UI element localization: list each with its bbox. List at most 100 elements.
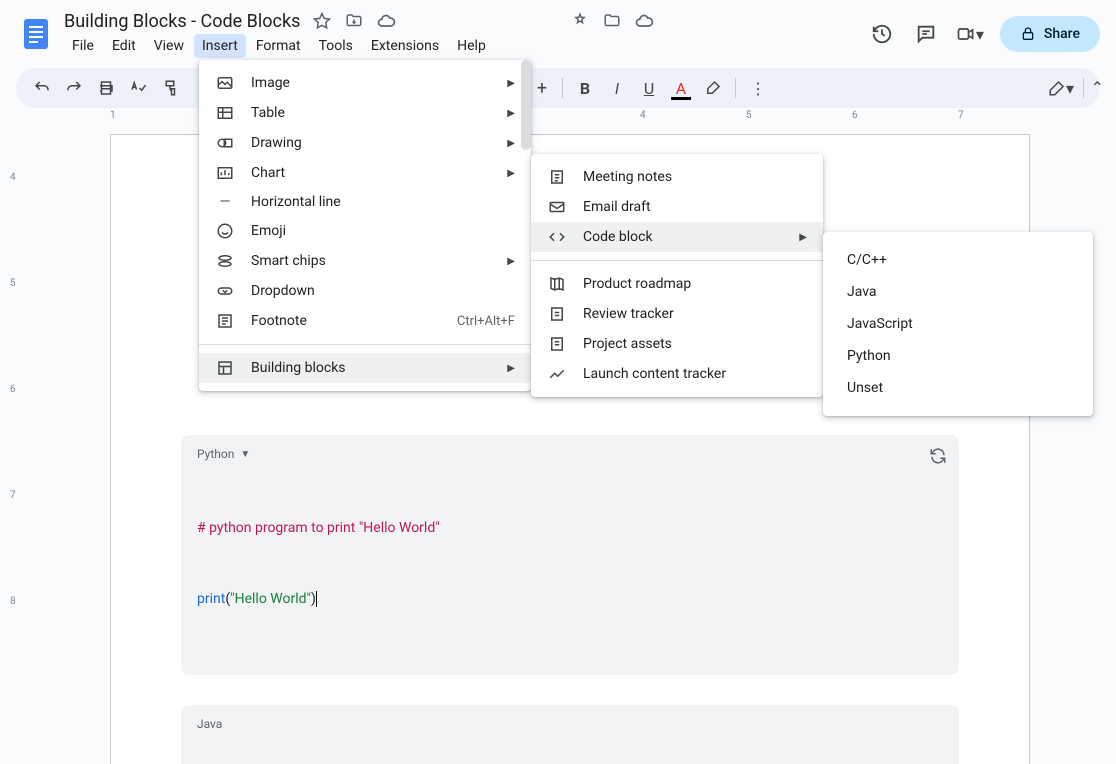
insert-emoji[interactable]: Emoji — [199, 216, 531, 246]
scrollbar[interactable] — [521, 60, 531, 150]
lang-javascript[interactable]: JavaScript — [823, 308, 1093, 340]
horizontal-ruler: 1 4 5 6 7 — [30, 108, 1100, 126]
format-paint-icon[interactable] — [156, 74, 184, 102]
lang-unset[interactable]: Unset — [823, 372, 1093, 404]
bb-review-tracker[interactable]: Review tracker — [531, 299, 823, 329]
code-token: print — [197, 591, 225, 607]
share-label: Share — [1044, 26, 1080, 42]
meet-icon[interactable]: ▾ — [956, 20, 984, 48]
code-block-lang-label[interactable]: Java — [197, 717, 222, 731]
menu-label: Python — [847, 348, 1069, 364]
move-folder-icon[interactable] — [344, 11, 364, 31]
move2-icon[interactable] — [602, 11, 622, 31]
menu-label: Chart — [251, 165, 491, 181]
more-icon[interactable]: ⋮ — [744, 74, 772, 102]
emoji-icon — [215, 222, 235, 240]
menu-shortcut: Ctrl+Alt+F — [457, 314, 515, 329]
submenu-arrow-icon: ▶ — [507, 108, 515, 119]
text-color-icon[interactable]: A — [667, 74, 695, 102]
menubar: File Edit View Insert Format Tools Exten… — [64, 34, 868, 58]
vruler-tick: 4 — [10, 172, 16, 183]
docs-logo[interactable] — [16, 14, 56, 54]
chips-icon — [215, 252, 235, 270]
menu-label: JavaScript — [847, 316, 1069, 332]
toolbar: − 11 + B I U A ⋮ ▾ — [16, 68, 1100, 108]
text-cursor — [316, 591, 317, 607]
menu-tools[interactable]: Tools — [311, 34, 361, 58]
insert-dropdown[interactable]: Dropdown — [199, 276, 531, 306]
redo-icon[interactable] — [60, 74, 88, 102]
code-icon — [547, 228, 567, 246]
bb-project-assets[interactable]: Project assets — [531, 329, 823, 359]
vruler-tick: 5 — [10, 278, 16, 289]
insert-chart[interactable]: Chart▶ — [199, 158, 531, 188]
menu-file[interactable]: File — [64, 34, 102, 58]
italic-icon[interactable]: I — [603, 74, 631, 102]
insert-building-blocks[interactable]: Building blocks▶ — [199, 353, 531, 383]
menu-label: Project assets — [583, 336, 807, 352]
cloud2-icon[interactable] — [634, 11, 654, 31]
menu-format[interactable]: Format — [248, 34, 309, 58]
underline-icon[interactable]: U — [635, 74, 663, 102]
email-icon — [547, 198, 567, 216]
menu-help[interactable]: Help — [449, 34, 494, 58]
menu-label: Emoji — [251, 223, 515, 239]
insert-footnote[interactable]: Footnote Ctrl+Alt+F — [199, 306, 531, 336]
insert-smart-chips[interactable]: Smart chips▶ — [199, 246, 531, 276]
code-block-java[interactable]: Java // Your First Program class HelloWo… — [181, 705, 959, 764]
bb-launch-tracker[interactable]: Launch content tracker — [531, 359, 823, 389]
insert-image[interactable]: Image▶ — [199, 68, 531, 98]
menu-edit[interactable]: Edit — [104, 34, 144, 58]
insert-hr[interactable]: ―Horizontal line — [199, 188, 531, 216]
insert-table[interactable]: Table▶ — [199, 98, 531, 128]
menu-view[interactable]: View — [146, 34, 192, 58]
print-icon[interactable] — [92, 74, 120, 102]
ruler-tick: 4 — [640, 110, 646, 121]
undo-icon[interactable] — [28, 74, 56, 102]
menu-label: Smart chips — [251, 253, 491, 269]
hr-icon: ― — [215, 194, 235, 210]
cloud-status-icon[interactable] — [376, 11, 396, 31]
bb-meeting-notes[interactable]: Meeting notes — [531, 162, 823, 192]
star-icon[interactable] — [312, 11, 332, 31]
code-block-lang-submenu: C/C++ Java JavaScript Python Unset — [823, 232, 1093, 416]
menu-label: Footnote — [251, 313, 441, 329]
insert-drawing[interactable]: Drawing▶ — [199, 128, 531, 158]
collapse-toolbar-icon[interactable]: ⌃ — [1091, 78, 1104, 97]
menu-insert[interactable]: Insert — [194, 34, 246, 58]
blocks-icon — [215, 359, 235, 377]
code-block-lang-label[interactable]: Python — [197, 447, 234, 461]
font-size-increase[interactable]: + — [530, 76, 554, 100]
vertical-ruler: 4 5 6 7 8 — [0, 130, 30, 764]
spellcheck-icon[interactable] — [124, 74, 152, 102]
star2-icon[interactable] — [570, 11, 590, 31]
lang-c-cpp[interactable]: C/C++ — [823, 244, 1093, 276]
menu-label: Java — [847, 284, 1069, 300]
bb-email-draft[interactable]: Email draft — [531, 192, 823, 222]
menu-label: Meeting notes — [583, 169, 807, 185]
share-button[interactable]: Share — [1000, 16, 1100, 52]
chevron-down-icon[interactable]: ▼ — [240, 449, 250, 460]
document-title[interactable]: Building Blocks - Code Blocks — [64, 11, 300, 32]
bb-product-roadmap[interactable]: Product roadmap — [531, 269, 823, 299]
comments-icon[interactable] — [912, 20, 940, 48]
editing-mode-icon[interactable]: ▾ — [1047, 74, 1075, 102]
bb-code-block[interactable]: Code block ▶ — [531, 222, 823, 252]
refresh-icon[interactable] — [929, 447, 947, 469]
history-icon[interactable] — [868, 20, 896, 48]
highlight-icon[interactable] — [699, 74, 727, 102]
ruler-tick: 5 — [746, 110, 752, 121]
lang-java[interactable]: Java — [823, 276, 1093, 308]
bold-icon[interactable]: B — [571, 74, 599, 102]
menu-label: Review tracker — [583, 306, 807, 322]
submenu-arrow-icon: ▶ — [799, 232, 807, 243]
menu-label: Code block — [583, 229, 783, 245]
chart-icon — [215, 164, 235, 182]
menu-label: Product roadmap — [583, 276, 807, 292]
drawing-icon — [215, 134, 235, 152]
menu-extensions[interactable]: Extensions — [363, 34, 447, 58]
lang-python[interactable]: Python — [823, 340, 1093, 372]
table-icon — [215, 104, 235, 122]
roadmap-icon — [547, 275, 567, 293]
code-block-python[interactable]: Python ▼ # python program to print "Hell… — [181, 435, 959, 675]
